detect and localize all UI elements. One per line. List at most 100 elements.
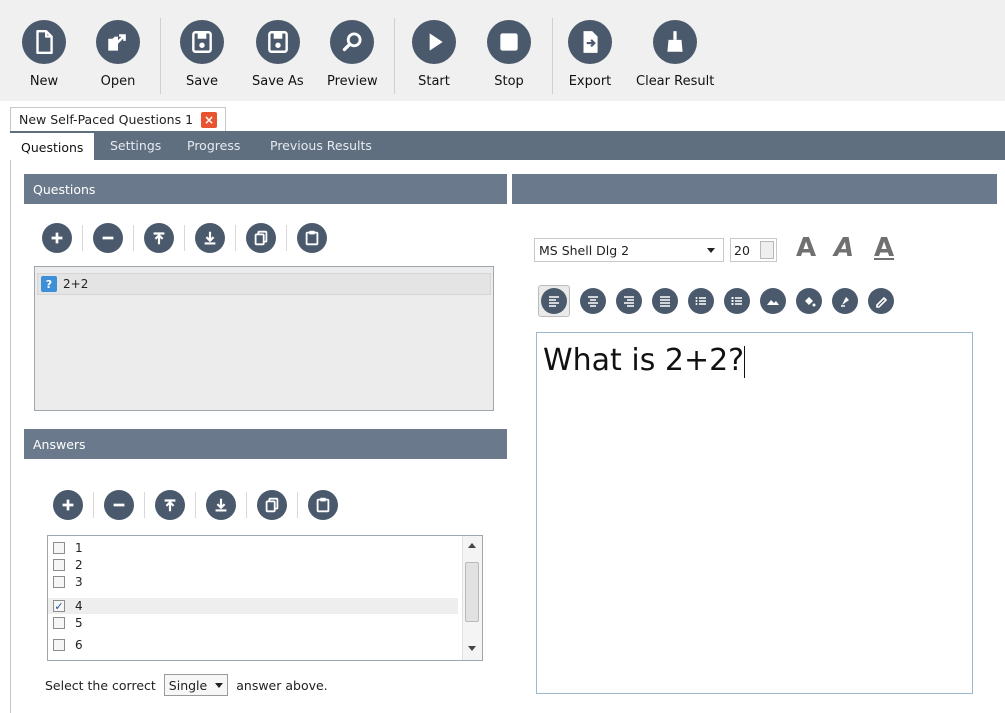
answer-mode-select[interactable]: Single	[163, 674, 229, 696]
tab-previous-results[interactable]: Previous Results	[259, 131, 383, 160]
mode-prompt-suffix: answer above.	[236, 677, 328, 693]
new-document-icon	[22, 20, 66, 64]
paste-icon[interactable]	[308, 490, 338, 520]
answer-checkbox[interactable]	[53, 617, 65, 629]
paste-icon[interactable]	[297, 223, 327, 253]
highlight-icon[interactable]	[868, 288, 894, 314]
toolbar-divider	[160, 18, 161, 94]
broom-icon	[653, 20, 698, 64]
font-family-select[interactable]: MS Shell Dlg 2	[534, 238, 724, 262]
icon-divider	[297, 492, 298, 518]
align-left-button[interactable]	[538, 285, 570, 317]
spinner-arrows-icon[interactable]	[760, 241, 774, 259]
open-button[interactable]: Open	[96, 4, 140, 89]
answer-label: 2	[75, 558, 83, 572]
answer-checkbox[interactable]	[53, 639, 65, 651]
document-tab[interactable]: New Self-Paced Questions 1 ×	[10, 107, 227, 131]
save-as-button[interactable]: Save As	[252, 4, 304, 89]
list-item[interactable]: 1	[48, 540, 458, 556]
save-button[interactable]: Save	[180, 4, 224, 89]
tab-settings[interactable]: Settings	[99, 131, 172, 160]
justify-icon[interactable]	[652, 288, 678, 314]
close-icon[interactable]: ×	[201, 111, 218, 128]
text-color-icon[interactable]	[832, 288, 858, 314]
export-icon	[568, 20, 612, 64]
answer-mode-line: Select the correct Single answer above.	[45, 674, 328, 696]
answers-list[interactable]: 1 2 3 ✓ 4 5 6	[47, 535, 483, 661]
list-item[interactable]: ? 2+2	[37, 273, 491, 295]
scroll-up-icon[interactable]	[468, 543, 476, 548]
panel-border	[10, 160, 11, 713]
numbered-list-icon[interactable]	[724, 288, 750, 314]
document-tabbar: New Self-Paced Questions 1 ×	[0, 101, 1005, 131]
answer-checkbox[interactable]	[53, 576, 65, 588]
bold-icon[interactable]: A	[796, 233, 816, 263]
answer-mode-value: Single	[168, 677, 208, 693]
save-disk-icon	[180, 20, 224, 64]
remove-icon[interactable]	[104, 490, 134, 520]
align-center-icon[interactable]	[580, 288, 606, 314]
fill-color-icon[interactable]	[796, 288, 822, 314]
font-size-value: 20	[734, 242, 750, 258]
stop-button[interactable]: Stop	[487, 4, 531, 89]
align-left-icon	[541, 288, 567, 314]
move-bottom-icon[interactable]	[195, 223, 225, 253]
clear-result-button[interactable]: Clear Result	[636, 4, 714, 89]
copy-icon[interactable]	[246, 223, 276, 253]
icon-divider	[82, 225, 83, 251]
insert-image-icon[interactable]	[760, 288, 786, 314]
questions-icon-row	[42, 223, 327, 253]
answers-icon-row	[53, 490, 338, 520]
icon-divider	[195, 492, 196, 518]
preview-label: Preview	[327, 74, 378, 89]
new-label: New	[29, 74, 59, 89]
font-family-value: MS Shell Dlg 2	[539, 242, 630, 258]
answers-scrollbar[interactable]	[462, 536, 482, 660]
italic-icon[interactable]: A	[834, 233, 854, 263]
format-icon-row	[538, 285, 904, 317]
list-item[interactable]: 6	[48, 637, 458, 653]
add-icon[interactable]	[42, 223, 72, 253]
toolbar-divider	[394, 18, 395, 94]
move-bottom-icon[interactable]	[206, 490, 236, 520]
list-item[interactable]: ✓ 4	[48, 598, 458, 614]
list-item[interactable]: 3	[48, 574, 458, 590]
scroll-thumb[interactable]	[465, 562, 479, 622]
move-top-icon[interactable]	[155, 490, 185, 520]
copy-icon[interactable]	[257, 490, 287, 520]
stop-icon	[487, 20, 531, 64]
remove-icon[interactable]	[93, 223, 123, 253]
icon-divider	[144, 492, 145, 518]
move-top-icon[interactable]	[144, 223, 174, 253]
align-right-icon[interactable]	[616, 288, 642, 314]
scroll-down-icon[interactable]	[468, 646, 476, 651]
answer-checkbox-checked[interactable]: ✓	[53, 600, 65, 613]
question-text-editor[interactable]: What is 2+2?	[536, 332, 973, 694]
list-item[interactable]: 5	[48, 615, 458, 631]
export-button[interactable]: Export	[568, 4, 612, 89]
answer-checkbox[interactable]	[53, 559, 65, 571]
underline-icon[interactable]: A	[874, 233, 894, 263]
export-label: Export	[568, 74, 612, 89]
tab-questions[interactable]: Questions	[10, 133, 95, 162]
magnifier-icon	[330, 20, 375, 64]
save-as-icon	[255, 20, 300, 64]
font-size-spinner[interactable]: 20	[730, 238, 777, 262]
answer-checkbox[interactable]	[53, 542, 65, 554]
editor-text: What is 2+2?	[543, 343, 745, 378]
preview-button[interactable]: Preview	[327, 4, 378, 89]
answer-label: 6	[75, 638, 83, 652]
chevron-down-icon	[215, 682, 224, 688]
chevron-down-icon	[707, 247, 715, 253]
add-icon[interactable]	[53, 490, 83, 520]
text-caret	[744, 345, 746, 378]
new-button[interactable]: New	[22, 4, 66, 89]
start-button[interactable]: Start	[412, 4, 456, 89]
questions-list[interactable]: ? 2+2	[34, 266, 494, 411]
bullet-list-icon[interactable]	[688, 288, 714, 314]
tab-progress[interactable]: Progress	[176, 131, 251, 160]
answer-label: 5	[75, 616, 83, 630]
list-item[interactable]: 2	[48, 557, 458, 573]
icon-divider	[235, 225, 236, 251]
icon-divider	[246, 492, 247, 518]
